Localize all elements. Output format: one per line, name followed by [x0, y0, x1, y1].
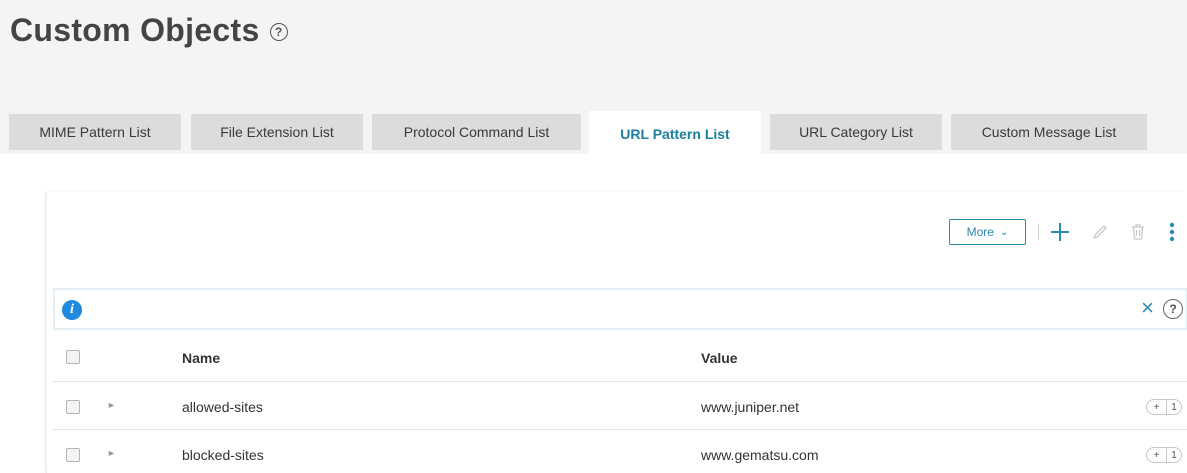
value-count-badge[interactable]: + 1 — [1146, 447, 1182, 463]
table-header-row: Name Value — [53, 332, 1187, 382]
expand-values-icon: + — [1147, 448, 1167, 462]
table-row[interactable]: ► allowed-sites www.juniper.net + 1 — [53, 382, 1187, 430]
column-header-value[interactable]: Value — [701, 350, 738, 366]
url-pattern-table: Name Value ► allowed-sites www.juniper.n… — [53, 332, 1187, 473]
value-count: 1 — [1171, 401, 1177, 413]
row-checkbox[interactable] — [66, 448, 80, 462]
tab-protocol-command-list[interactable]: Protocol Command List — [372, 114, 581, 150]
chevron-down-icon: ⌄ — [999, 226, 1009, 238]
edit-icon[interactable] — [1089, 221, 1111, 243]
toolbar: More ⌄ — [949, 218, 1187, 246]
info-icon: i — [62, 300, 82, 320]
toolbar-divider — [1038, 224, 1039, 240]
help-icon[interactable]: ? — [269, 23, 288, 41]
kebab-menu-icon[interactable] — [1161, 221, 1183, 243]
more-button[interactable]: More ⌄ — [949, 219, 1026, 245]
page-title: Custom Objects ? — [10, 8, 288, 52]
value-count-badge[interactable]: + 1 — [1146, 399, 1182, 415]
delete-icon[interactable] — [1127, 221, 1149, 243]
row-name: allowed-sites — [182, 399, 263, 415]
value-count: 1 — [1171, 449, 1177, 461]
url-pattern-panel: More ⌄ i × ? Name Value ► allowed-sites … — [46, 192, 1187, 473]
filter-help-icon[interactable]: ? — [1163, 299, 1183, 319]
expand-row-icon[interactable]: ► — [107, 448, 116, 458]
select-all-checkbox[interactable] — [66, 350, 80, 364]
expand-row-icon[interactable]: ► — [107, 400, 116, 410]
row-value: www.juniper.net — [701, 399, 800, 415]
tab-custom-message-list[interactable]: Custom Message List — [951, 114, 1147, 150]
table-row[interactable]: ► blocked-sites www.gematsu.com + 1 — [53, 430, 1187, 473]
page-title-text: Custom Objects — [10, 11, 260, 48]
filter-bar[interactable]: i × ? — [53, 288, 1187, 330]
clear-filter-icon[interactable]: × — [1141, 297, 1154, 319]
tab-content: More ⌄ i × ? Name Value ► allowed-sites … — [0, 154, 1187, 473]
tab-file-extension-list[interactable]: File Extension List — [191, 114, 363, 150]
tab-mime-pattern-list[interactable]: MIME Pattern List — [9, 114, 181, 150]
column-header-name[interactable]: Name — [182, 350, 220, 366]
tab-url-pattern-list[interactable]: URL Pattern List — [589, 111, 761, 157]
row-value: www.gematsu.com — [701, 447, 819, 463]
row-name: blocked-sites — [182, 447, 264, 463]
more-button-label: More — [966, 225, 994, 239]
expand-values-icon: + — [1147, 400, 1167, 414]
add-icon[interactable] — [1049, 221, 1071, 243]
tab-bar: MIME Pattern List File Extension List Pr… — [0, 111, 1187, 157]
tab-url-category-list[interactable]: URL Category List — [770, 114, 942, 150]
row-checkbox[interactable] — [66, 400, 80, 414]
